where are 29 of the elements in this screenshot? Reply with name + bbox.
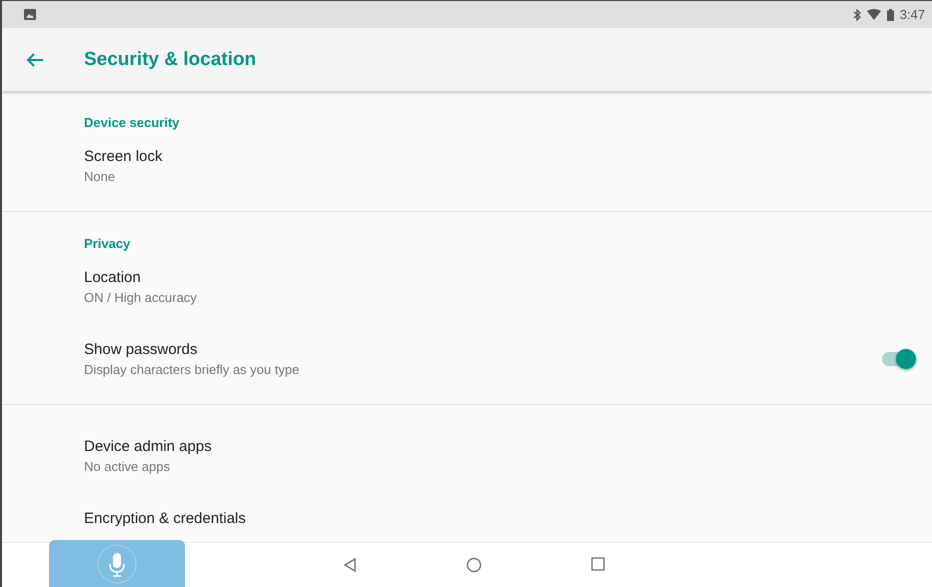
settings-item[interactable]: Screen lock None [2,139,932,193]
settings-item[interactable]: Encryption & credentials [2,501,932,536]
section-header: Privacy [83,236,132,253]
item-title: Encryption & credentials [84,510,247,527]
clock-time: 3:47 [900,7,925,22]
bluetooth-icon [852,8,861,20]
item-title: Device admin apps [84,438,213,455]
item-title: Location [84,269,142,286]
item-summary: ON / High accuracy [84,290,198,305]
settings-item[interactable]: Show passwords Display characters briefly as you type [2,332,932,386]
toggle-switch[interactable] [880,347,916,371]
item-summary: No active apps [84,459,171,474]
voice-input-button[interactable] [49,540,185,587]
item-title: Show passwords [84,341,198,358]
back-arrow-icon[interactable] [26,52,44,68]
back-icon[interactable] [343,557,357,573]
microphone-icon [97,544,137,584]
recents-icon[interactable] [591,557,605,571]
home-icon[interactable] [466,557,482,573]
item-summary: None [84,169,116,184]
settings-item[interactable]: Device admin apps No active apps [2,429,932,483]
image-notification-icon [24,9,36,20]
battery-icon [886,8,894,20]
item-summary: Display characters briefly as you type [84,362,300,377]
settings-item[interactable]: Location ON / High accuracy [2,260,932,314]
section-header: Device security [83,115,180,132]
item-title: Screen lock [84,148,164,165]
page-title: Security & location [84,48,256,70]
wifi-icon [866,9,881,20]
